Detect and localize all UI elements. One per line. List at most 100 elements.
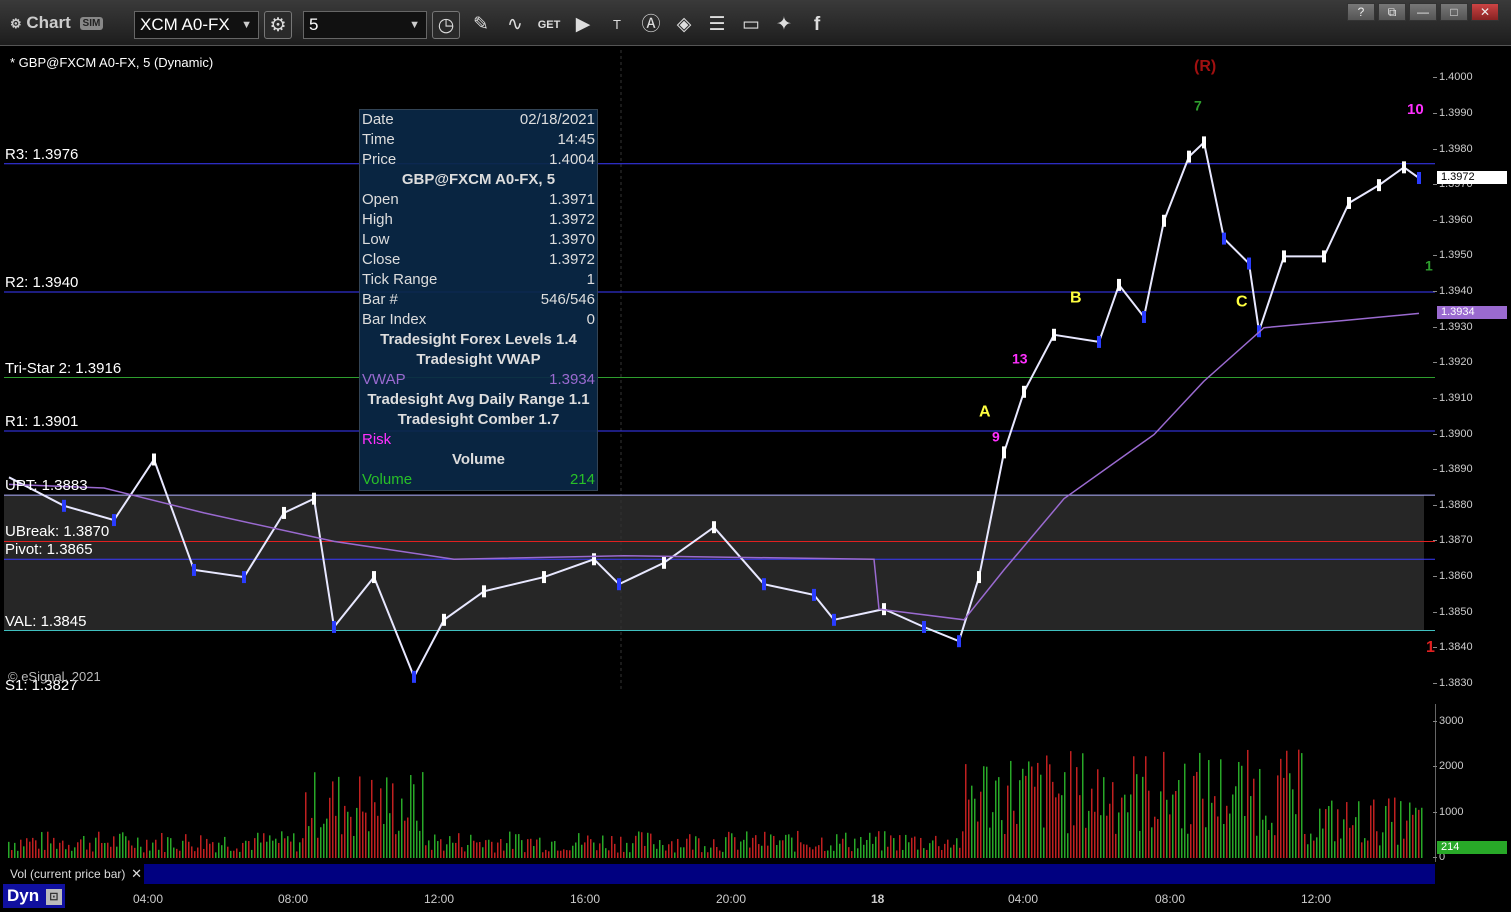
chart-annotation: C (1236, 293, 1248, 310)
volume-bar (107, 842, 109, 858)
volume-bar (704, 846, 706, 858)
volume-bar (62, 840, 64, 858)
close-button[interactable]: ✕ (1471, 3, 1499, 21)
volume-bar (1403, 838, 1405, 858)
volume-bar (236, 848, 238, 858)
volume-bar (1166, 799, 1168, 858)
get-icon[interactable]: GET (535, 11, 563, 39)
volume-bar (1313, 840, 1315, 858)
volume-bar (32, 837, 34, 858)
volume-bar (1304, 834, 1306, 858)
volume-bar (23, 846, 25, 858)
volume-bar (110, 846, 112, 858)
symbol-select[interactable]: XCM A0-FX ▼ (134, 11, 259, 39)
volume-bar (1346, 802, 1348, 858)
price-bar (62, 499, 66, 512)
facebook-icon[interactable]: f (803, 11, 831, 39)
volume-bar (437, 841, 439, 858)
help-button[interactable]: ? (1347, 3, 1375, 21)
volume-bar (380, 788, 382, 858)
level-label: R3: 1.3976 (5, 145, 79, 163)
interval-settings-icon[interactable]: ⚙ (264, 11, 292, 39)
price-bar (712, 521, 716, 534)
volume-bar (257, 832, 259, 858)
volume-bar (1325, 809, 1327, 858)
y-tick-label: 1.3850 (1433, 605, 1473, 618)
chevron-down-icon: ▼ (241, 19, 252, 31)
x-tick-label: 12:00 (1301, 892, 1332, 906)
y-tick-label: 1.3950 (1433, 249, 1473, 262)
volume-bar (1262, 819, 1264, 858)
volume-bar (1382, 832, 1384, 858)
price-bar (112, 514, 116, 527)
alert-icon[interactable]: Ⓐ (637, 11, 665, 39)
dyn-button[interactable]: Dyn ⊡ (3, 884, 65, 908)
volume-bar (323, 823, 325, 858)
volume-bar (233, 850, 235, 858)
price-chart[interactable]: (R) A B C 13 10 9 7 1 1 * GBP@FXCM A0-FX, 5 (Dyna… (4, 50, 1436, 690)
volume-study-label[interactable]: Vol (current price bar) ✕ (4, 864, 144, 884)
volume-bar (1016, 823, 1018, 858)
text-icon[interactable]: T (603, 11, 631, 39)
list-icon[interactable]: ☰ (703, 11, 731, 39)
price-bar (152, 453, 156, 466)
volume-bar (296, 851, 298, 858)
volume-bar (641, 832, 643, 858)
volume-y-axis[interactable]: 3000 2000 1000 0 214 (1432, 704, 1511, 863)
play-icon[interactable]: ▶ (569, 11, 597, 39)
volume-bar (929, 843, 931, 858)
price-bar (1322, 250, 1326, 263)
interval-select[interactable]: 5 ▼ (303, 11, 427, 39)
volume-bar (1142, 776, 1144, 858)
cursor-key: Tick Range (362, 271, 438, 288)
last-price-flag: 1.3972 (1437, 171, 1507, 185)
maximize-button[interactable]: □ (1440, 3, 1468, 21)
restore-link-button[interactable]: ⧉ (1378, 3, 1406, 21)
minimize-button[interactable]: — (1409, 3, 1437, 21)
pencil-icon[interactable]: ✎ (467, 11, 495, 39)
cursor-window[interactable]: Date 02/18/2021 Time 14:45 Price 1.4004 GBP… (359, 109, 598, 491)
volume-bar (404, 820, 406, 858)
tag-icon[interactable]: ◈ (670, 11, 698, 39)
close-icon[interactable]: ✕ (131, 864, 142, 884)
volume-pane[interactable] (4, 704, 1436, 862)
volume-bar (1358, 801, 1360, 858)
cursor-volume-header: Volume (451, 451, 506, 468)
chat-icon[interactable]: ▭ (737, 11, 765, 39)
volume-bar (797, 830, 799, 858)
price-bar (332, 620, 336, 633)
volume-bar (194, 851, 196, 858)
volume-scroll-strip[interactable] (144, 864, 1435, 884)
volume-bar (215, 852, 217, 858)
volume-bar (158, 849, 160, 858)
volume-bar (86, 849, 88, 858)
volume-bar (242, 842, 244, 858)
volume-bar (914, 836, 916, 858)
cursor-key: Price (362, 151, 397, 168)
study-icon[interactable]: ∿ (501, 11, 529, 39)
volume-bar (719, 850, 721, 858)
volume-bar (728, 831, 730, 858)
volume-bar (875, 836, 877, 858)
price-bar (977, 571, 981, 584)
volume-bar (188, 841, 190, 858)
volume-bar (1202, 798, 1204, 858)
volume-bar (482, 847, 484, 858)
volume-bar (494, 852, 496, 858)
volume-bar (1193, 775, 1195, 858)
cursor-row-bar-index: Bar Index 0 (360, 310, 597, 330)
volume-bar (722, 851, 724, 858)
volume-bar (539, 837, 541, 858)
volume-bar (971, 785, 973, 858)
volume-bar (209, 843, 211, 858)
price-y-axis[interactable]: 1.4000 1.3990 1.3980 1.3970 1.3960 1.3950 1.39… (1433, 50, 1511, 690)
volume-bar (614, 843, 616, 858)
volume-bar (905, 834, 907, 858)
volume-bar (1001, 820, 1003, 858)
cursor-value: 1.3970 (549, 231, 595, 248)
time-x-axis[interactable]: 04:00 08:00 12:00 16:00 20:00 18 04:00 08:00 12:… (0, 886, 1511, 912)
level-label: UPT: 1.3883 (5, 477, 88, 495)
y-tick-label: 1.3910 (1433, 391, 1473, 404)
twitter-icon[interactable]: ✦ (770, 11, 798, 39)
clock-icon[interactable]: ◷ (432, 11, 460, 39)
